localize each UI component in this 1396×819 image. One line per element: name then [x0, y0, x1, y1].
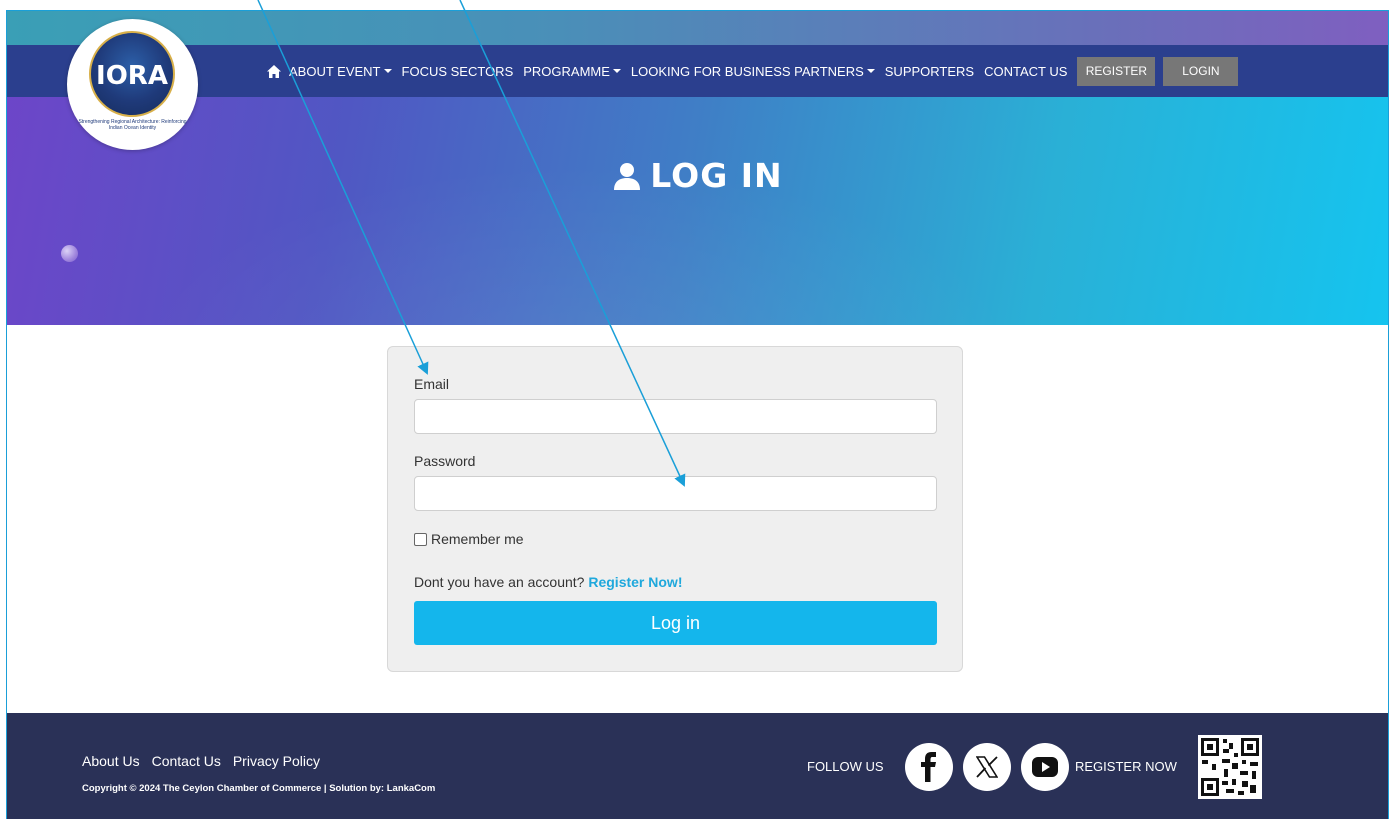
hero-top-band	[7, 11, 1388, 45]
remember-checkbox[interactable]	[414, 532, 427, 546]
nav-item-label: LOOKING FOR BUSINESS PARTNERS	[630, 63, 864, 79]
x-link[interactable]	[963, 743, 1011, 791]
account-prompt: Dont you have an account? Register Now!	[414, 574, 682, 590]
copyright-text: Copyright © 2024 The Ceylon Chamber of C…	[82, 783, 436, 794]
nav-item-contact-us[interactable]: CONTACT US	[984, 64, 1067, 79]
login-card: Email Password Remember me Dont you have…	[387, 346, 963, 672]
logo-emblem: IORA	[89, 31, 175, 117]
nav-item-label: FOCUS SECTORS	[401, 63, 514, 79]
facebook-link[interactable]	[905, 743, 953, 791]
register-now-footer-link[interactable]: REGISTER NOW	[1075, 759, 1177, 774]
nav-item-label: SUPPORTERS	[884, 63, 975, 79]
main-navbar: ABOUT EVENT FOCUS SECTORS PROGRAMME LOOK…	[7, 45, 1388, 97]
password-field[interactable]	[414, 476, 937, 511]
nav-item-about-event[interactable]: ABOUT EVENT	[289, 64, 392, 79]
home-icon[interactable]	[267, 64, 281, 78]
chevron-down-icon	[383, 69, 392, 73]
site-footer: About Us Contact Us Privacy Policy Copyr…	[7, 713, 1388, 819]
login-submit-button[interactable]: Log in	[414, 601, 937, 645]
youtube-icon	[1032, 757, 1058, 777]
follow-us-label: FOLLOW US	[807, 759, 884, 774]
x-icon	[976, 756, 998, 778]
site-logo[interactable]: IORA Strengthening Regional Architecture…	[67, 19, 198, 150]
email-field[interactable]	[414, 399, 937, 434]
bubble-decoration	[61, 245, 78, 262]
register-now-link[interactable]: Register Now!	[588, 574, 682, 590]
nav-item-supporters[interactable]: SUPPORTERS	[885, 64, 974, 79]
footer-link-contact[interactable]: Contact Us	[152, 753, 221, 769]
nav-item-label: ABOUT EVENT	[289, 63, 381, 79]
email-label: Email	[414, 376, 450, 392]
login-button[interactable]: LOGIN	[1163, 56, 1239, 86]
nav-item-programme[interactable]: PROGRAMME	[523, 64, 621, 79]
page-title: LOG IN	[7, 156, 1388, 195]
footer-link-privacy[interactable]: Privacy Policy	[233, 753, 320, 769]
footer-links: About Us Contact Us Privacy Policy	[82, 753, 332, 769]
password-label: Password	[414, 453, 476, 469]
logo-letters: IORA	[96, 61, 168, 91]
remember-label: Remember me	[431, 531, 524, 547]
account-prompt-text: Dont you have an account?	[414, 574, 585, 590]
page-title-text: LOG IN	[650, 156, 783, 195]
chevron-down-icon	[866, 69, 875, 73]
user-icon	[614, 162, 641, 190]
page-frame: LOG IN ABOUT EVENT FOCUS SECTORS PROGRAM…	[6, 10, 1389, 819]
footer-link-about[interactable]: About Us	[82, 753, 140, 769]
nav-item-label: CONTACT US	[984, 63, 1068, 79]
logo-tagline: Strengthening Regional Architecture: Rei…	[78, 119, 187, 131]
nav-item-label: PROGRAMME	[523, 63, 610, 79]
chevron-down-icon	[612, 69, 621, 73]
remember-me[interactable]: Remember me	[414, 531, 524, 547]
facebook-icon	[921, 752, 936, 782]
nav-item-business-partners[interactable]: LOOKING FOR BUSINESS PARTNERS	[631, 64, 875, 79]
youtube-link[interactable]	[1021, 743, 1069, 791]
register-button[interactable]: REGISTER	[1077, 56, 1156, 86]
qr-code-icon[interactable]	[1198, 735, 1262, 799]
nav-menu: ABOUT EVENT FOCUS SECTORS PROGRAMME LOOK…	[267, 45, 1246, 97]
nav-item-focus-sectors[interactable]: FOCUS SECTORS	[402, 64, 514, 79]
